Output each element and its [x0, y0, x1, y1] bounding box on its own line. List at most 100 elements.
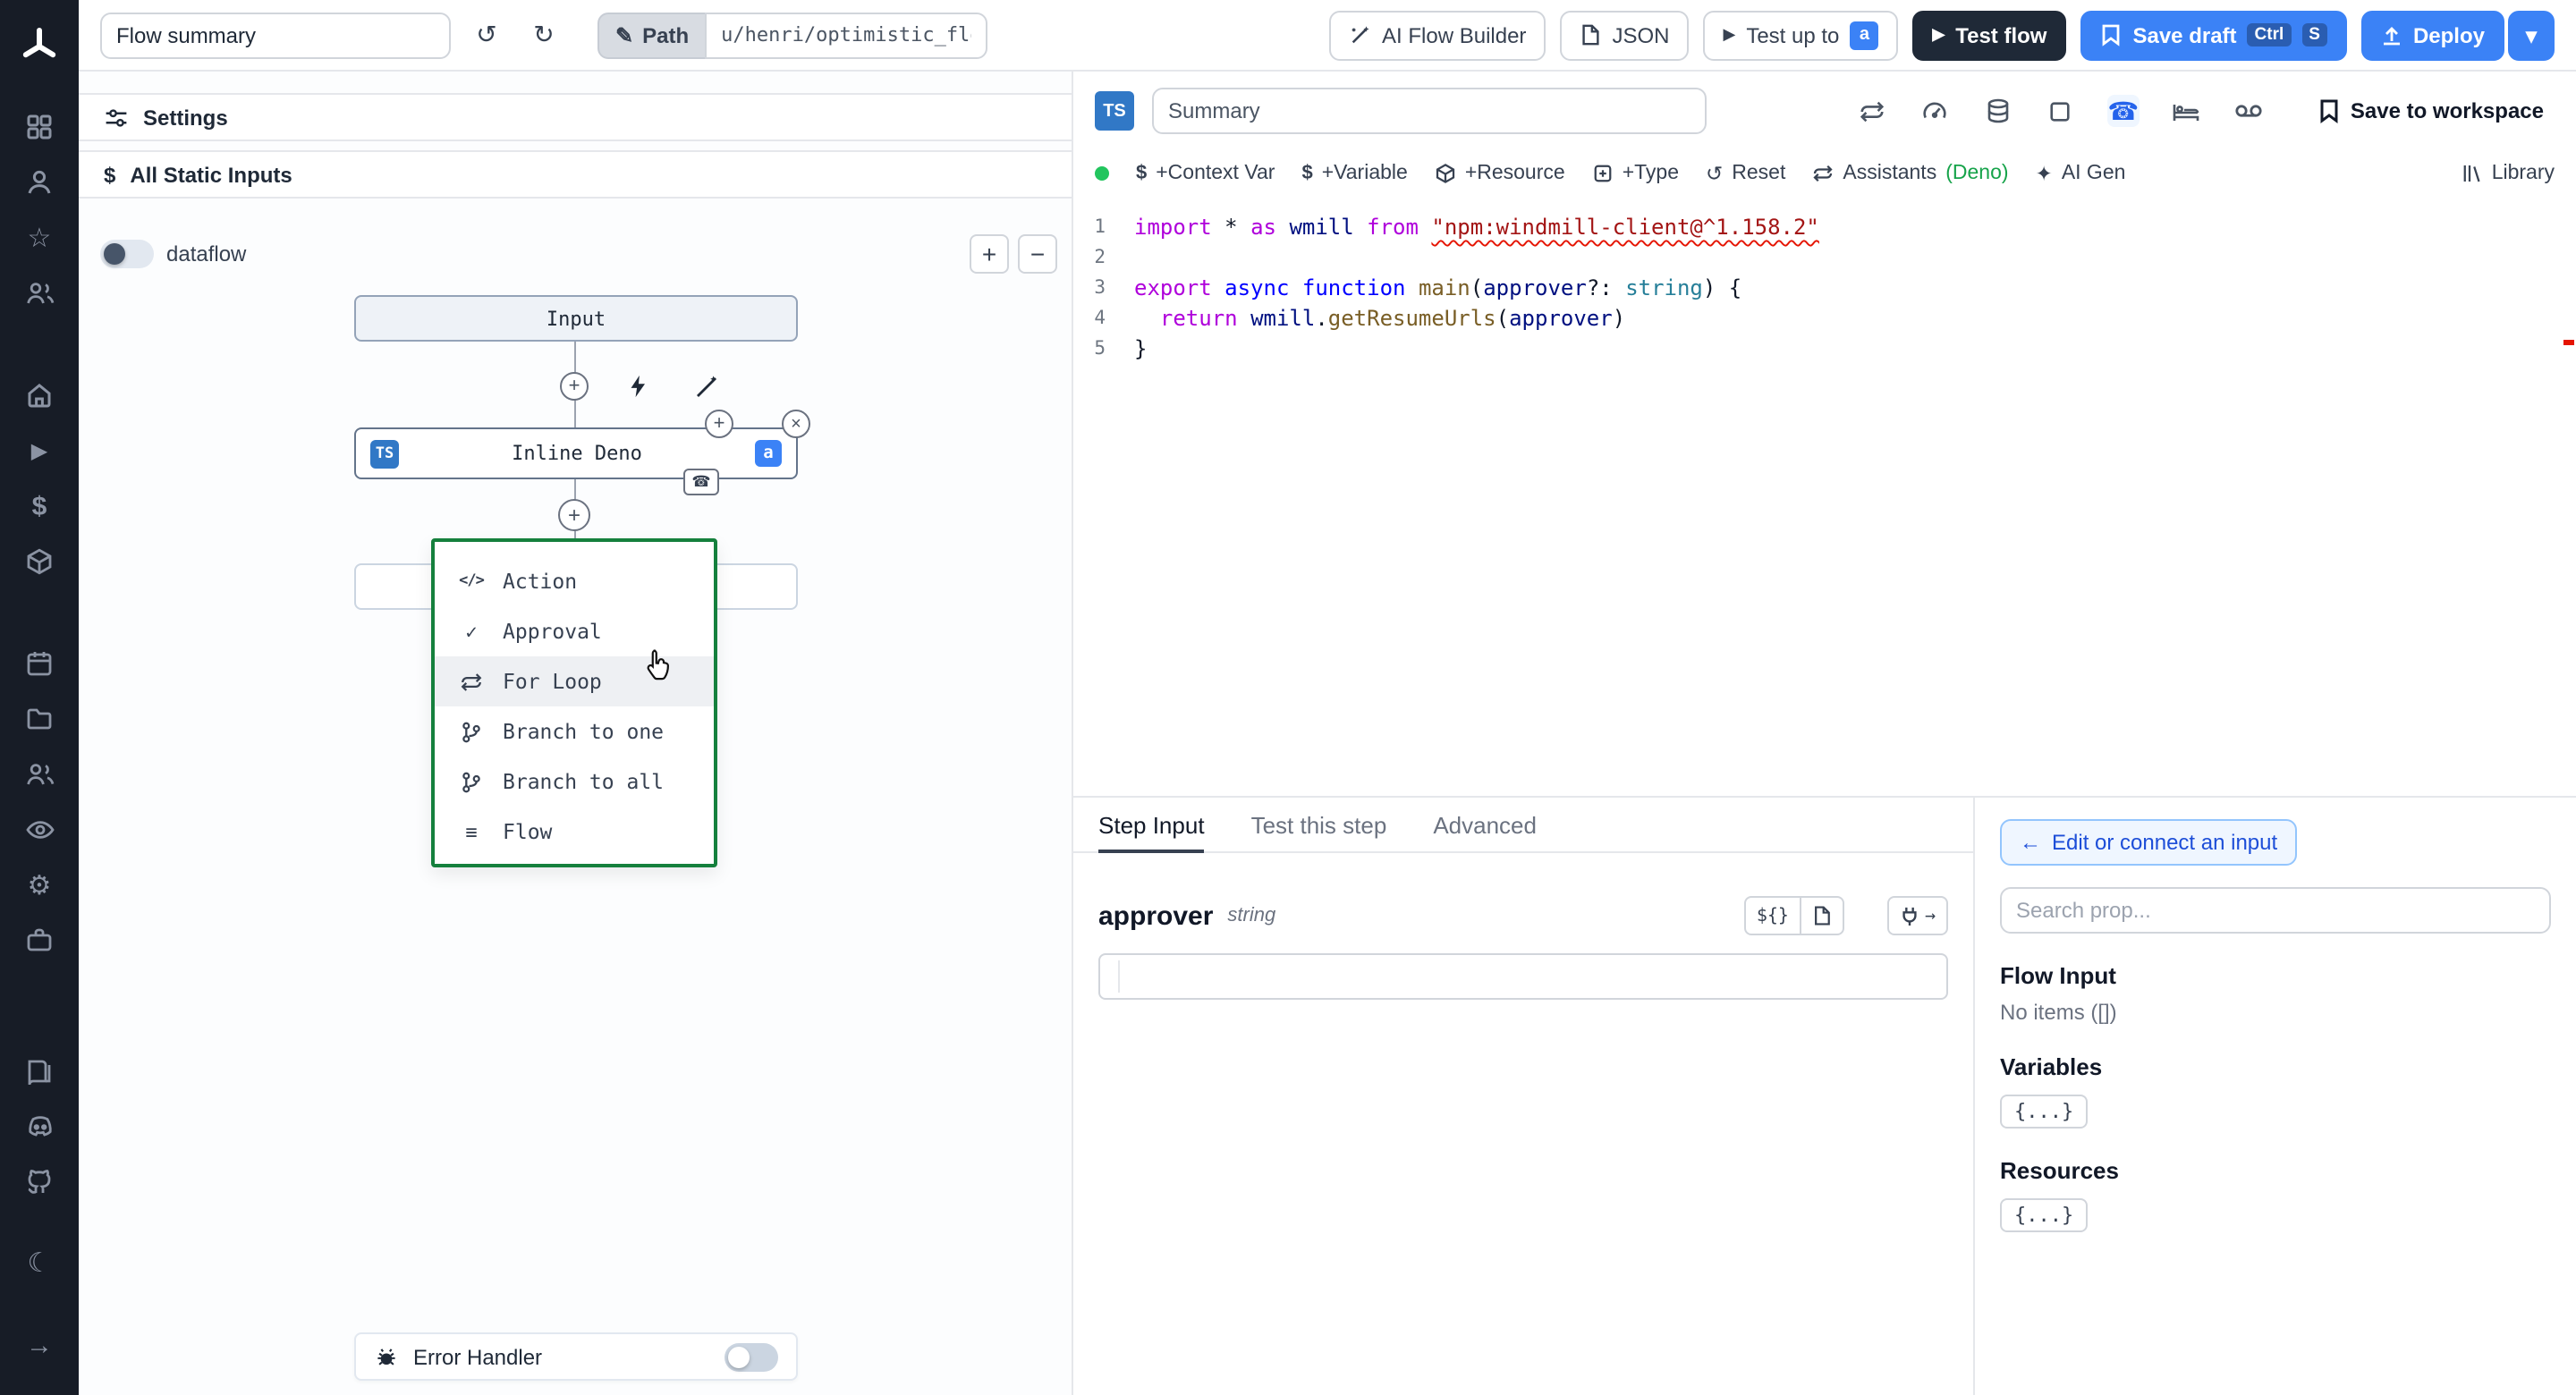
runs-play-icon[interactable]: ▶ [18, 429, 61, 472]
step-summary-input[interactable] [1152, 88, 1707, 134]
ai-gen-button[interactable]: ✦ AI Gen [2036, 161, 2126, 186]
test-flow-button[interactable]: ▶ Test flow [1912, 10, 2067, 60]
inline-deno-step-node[interactable]: TS Inline Deno a [354, 427, 798, 479]
mock-voicemail-icon[interactable] [2233, 95, 2265, 127]
retries-loop-icon[interactable] [1857, 95, 1889, 127]
error-handler-toggle[interactable] [724, 1342, 778, 1371]
suspend-phone-icon[interactable]: ☎ [683, 469, 719, 495]
apps-grid-icon[interactable] [18, 106, 61, 148]
menu-item-branch-to-all[interactable]: Branch to all [435, 757, 714, 807]
approver-value-input[interactable] [1098, 953, 1948, 1000]
dataflow-toggle[interactable] [100, 240, 154, 268]
trigger-bolt-icon[interactable] [626, 374, 649, 399]
assistants-button[interactable]: Assistants (Deno) [1812, 163, 2009, 184]
prop-picker-panel: ← Edit or connect an input Flow Input No… [1975, 798, 2576, 1395]
deploy-dropdown-button[interactable]: ▾ [2508, 10, 2555, 60]
code-line: 3 export async function main(approver?: … [1073, 272, 2576, 302]
insert-step-button[interactable]: + [560, 372, 589, 401]
json-label: JSON [1612, 22, 1670, 47]
deploy-button[interactable]: Deploy [2360, 10, 2504, 60]
test-up-to-button[interactable]: ▶ Test up to a [1703, 10, 1899, 60]
save-draft-button[interactable]: Save draft Ctrl S [2080, 10, 2347, 60]
insert-above-button[interactable]: + [705, 410, 733, 438]
resources-box-icon[interactable] [18, 540, 61, 583]
edit-or-connect-button[interactable]: ← Edit or connect an input [2000, 819, 2298, 866]
code-editor[interactable]: 1 import * as wmill from "npm:windmill-c… [1073, 197, 2576, 796]
variables-dollar-icon[interactable]: $ [18, 485, 61, 528]
sleep-bed-icon[interactable] [2170, 95, 2202, 127]
add-resource-button[interactable]: +Resource [1435, 163, 1565, 184]
audit-eye-icon[interactable] [18, 808, 61, 851]
chevron-down-icon: ▾ [2525, 22, 2538, 47]
test-flow-label: Test flow [1955, 22, 2047, 47]
variables-expand-chip[interactable]: {...} [2000, 1095, 2089, 1129]
discord-icon[interactable] [18, 1104, 61, 1147]
json-button[interactable]: JSON [1560, 10, 1690, 60]
field-row-approver: approver string ${} → [1098, 896, 1948, 935]
path-button[interactable]: ✎ Path [597, 12, 706, 58]
connect-input-plug-button[interactable]: → [1886, 896, 1948, 935]
undo-button[interactable]: ↺ [465, 13, 508, 56]
error-handler-label: Error Handler [413, 1344, 543, 1369]
save-to-workspace-button[interactable]: Save to workspace [2308, 97, 2555, 125]
ai-flow-builder-button[interactable]: AI Flow Builder [1328, 10, 1546, 60]
menu-item-for-loop[interactable]: For Loop [435, 656, 714, 706]
menu-item-branch-to-one[interactable]: Branch to one [435, 706, 714, 757]
user-icon[interactable] [18, 161, 61, 204]
windmill-logo[interactable] [18, 24, 61, 67]
resources-expand-chip[interactable]: {...} [2000, 1198, 2089, 1232]
add-variable-button[interactable]: $ +Variable [1301, 163, 1407, 184]
zoom-out-button[interactable]: − [1018, 234, 1057, 274]
settings-gear-icon[interactable]: ⚙ [18, 864, 61, 907]
assistants-lang: (Deno) [1945, 163, 2009, 184]
menu-item-label: Branch to one [503, 719, 665, 744]
add-step-button[interactable]: + [558, 499, 590, 531]
dollar-icon: $ [104, 162, 116, 187]
reset-button[interactable]: ↺ Reset [1706, 161, 1785, 186]
star-icon[interactable]: ☆ [18, 216, 61, 259]
add-type-button[interactable]: +Type [1592, 163, 1679, 184]
search-prop-input[interactable] [2000, 887, 2551, 934]
upload-icon [2381, 24, 2402, 46]
editor-mode-button[interactable] [1799, 896, 1844, 935]
bookmark-icon [2318, 98, 2340, 123]
library-button[interactable]: Library [2462, 163, 2555, 184]
menu-item-action[interactable]: </> Action [435, 556, 714, 606]
error-handler-node[interactable]: Error Handler [354, 1332, 798, 1381]
ai-wand-icon[interactable] [694, 374, 719, 399]
flow-summary-input[interactable] [100, 12, 451, 58]
concurrency-gauge-icon[interactable] [1919, 95, 1952, 127]
github-icon[interactable] [18, 1160, 61, 1203]
menu-item-approval[interactable]: ✓ Approval [435, 606, 714, 656]
theme-moon-icon[interactable]: ☾ [18, 1240, 61, 1283]
tab-advanced[interactable]: Advanced [1433, 798, 1537, 851]
docs-book-icon[interactable] [18, 1049, 61, 1092]
zoom-in-button[interactable]: + [970, 234, 1009, 274]
folders-icon[interactable] [18, 698, 61, 740]
flow-settings-row[interactable]: Settings [79, 93, 1072, 141]
groups-icon[interactable] [18, 753, 61, 796]
delete-step-button[interactable]: × [782, 410, 810, 438]
early-stop-square-icon[interactable] [2045, 95, 2077, 127]
workers-icon[interactable] [18, 919, 61, 962]
field-mode-toggle: ${} [1743, 896, 1844, 935]
menu-item-flow[interactable]: ≡ Flow [435, 807, 714, 857]
users-icon[interactable] [18, 272, 61, 315]
expand-sidebar-icon[interactable]: → [18, 1324, 61, 1367]
step-input-pane: Step Input Test this step Advanced appro… [1073, 796, 2576, 1395]
home-icon[interactable] [18, 374, 61, 417]
add-context-var-button[interactable]: $ +Context Var [1136, 163, 1275, 184]
flow-input-node[interactable]: Input [354, 295, 798, 342]
cache-database-icon[interactable] [1982, 95, 2014, 127]
save-icon [2100, 23, 2122, 46]
redo-button[interactable]: ↻ [522, 13, 565, 56]
tab-step-input[interactable]: Step Input [1098, 798, 1206, 853]
menu-item-label: Flow [503, 819, 553, 844]
suspend-phone-icon[interactable]: ☎ [2106, 95, 2140, 127]
tab-test-this-step[interactable]: Test this step [1251, 798, 1387, 851]
template-string-button[interactable]: ${} [1743, 896, 1801, 935]
path-input[interactable] [705, 12, 988, 58]
schedules-calendar-icon[interactable] [18, 642, 61, 685]
editor-topbar: TS Summary ☎ Save to workspace [1073, 72, 2576, 150]
all-static-inputs-row[interactable]: $ All Static Inputs [79, 150, 1072, 199]
